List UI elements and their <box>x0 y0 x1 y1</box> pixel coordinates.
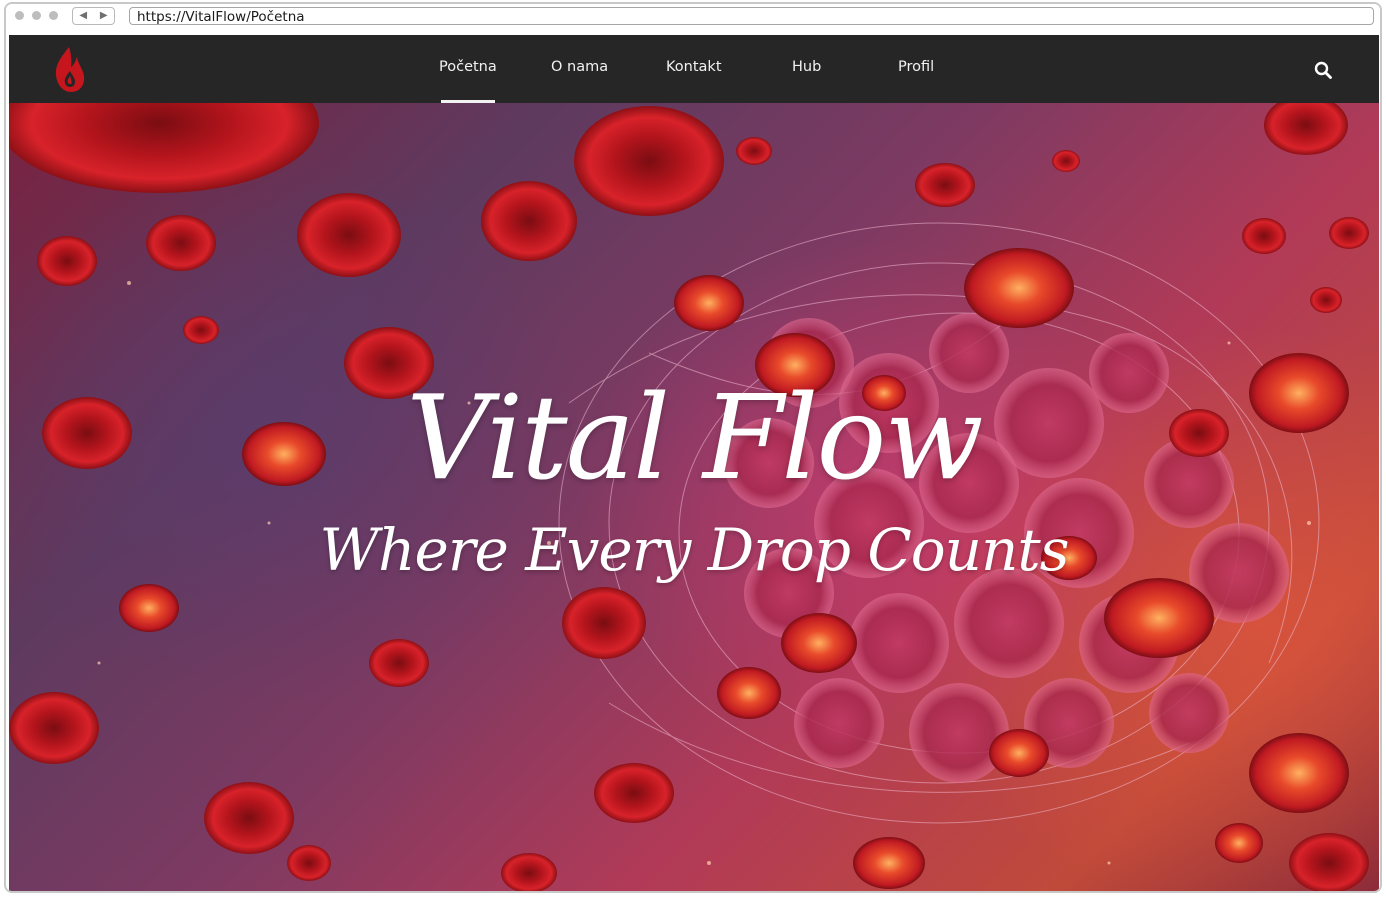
window-close-dot[interactable] <box>15 11 24 20</box>
history-nav-buttons: ◀ ▶ <box>72 7 115 25</box>
window-minimize-dot[interactable] <box>32 11 41 20</box>
blood-drop-flame-icon[interactable] <box>47 45 89 95</box>
browser-toolbar: ◀ ▶ https://VitalFlow/Početna <box>6 4 1380 34</box>
search-icon[interactable] <box>1314 61 1332 79</box>
hero-title: Vital Flow <box>406 371 983 506</box>
nav-item-o-nama[interactable]: O nama <box>551 59 608 75</box>
nav-item-hub[interactable]: Hub <box>792 59 821 75</box>
active-nav-indicator <box>441 100 495 103</box>
browser-window: ◀ ▶ https://VitalFlow/Početna Početna O … <box>4 2 1382 893</box>
address-bar[interactable]: https://VitalFlow/Početna <box>129 7 1374 25</box>
website-viewport: Početna O nama Kontakt Hub Profil Vital … <box>9 35 1379 891</box>
nav-item-pocetna[interactable]: Početna <box>439 59 497 75</box>
nav-item-profil[interactable]: Profil <box>898 59 934 75</box>
site-navbar: Početna O nama Kontakt Hub Profil <box>9 35 1379 103</box>
hero-subtitle: Where Every Drop Counts <box>319 516 1070 584</box>
window-maximize-dot[interactable] <box>49 11 58 20</box>
hero-section: Vital Flow Where Every Drop Counts <box>9 103 1379 891</box>
nav-item-kontakt[interactable]: Kontakt <box>666 59 722 75</box>
address-bar-url: https://VitalFlow/Početna <box>137 9 305 25</box>
back-arrow-icon[interactable]: ◀ <box>79 11 87 21</box>
forward-arrow-icon[interactable]: ▶ <box>100 11 108 21</box>
